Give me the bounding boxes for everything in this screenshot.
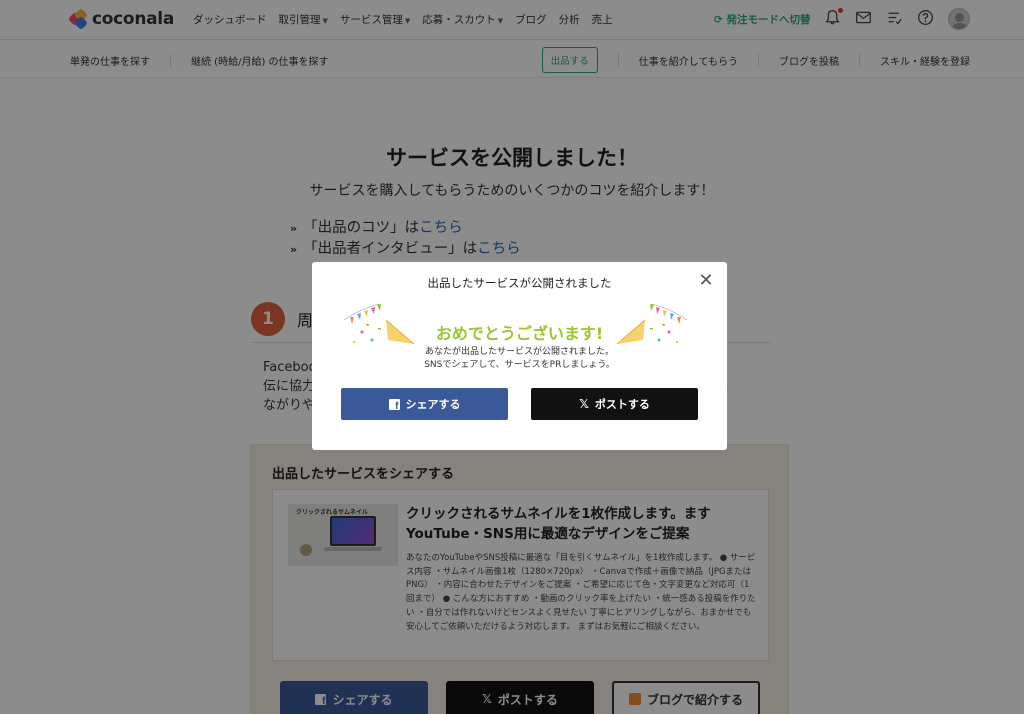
modal-x-post-button[interactable]: 𝕏 ポストする xyxy=(531,388,698,420)
x-icon: 𝕏 xyxy=(579,397,589,411)
modal-facebook-share-button[interactable]: シェアする xyxy=(341,388,508,420)
close-icon[interactable]: ✕ xyxy=(697,272,715,290)
modal-title: 出品したサービスが公開されました xyxy=(427,276,612,290)
facebook-icon xyxy=(388,398,400,412)
published-modal: 出品したサービスが公開されました ✕ おめでとうございます! あなたが出品したサ… xyxy=(312,262,727,450)
modal-buttons: シェアする 𝕏 ポストする xyxy=(341,388,698,420)
congrats-heading: おめでとうございます! xyxy=(435,324,604,343)
modal-message: あなたが出品したサービスが公開されました。 SNSでシェアして、サービスをPRし… xyxy=(424,347,615,370)
